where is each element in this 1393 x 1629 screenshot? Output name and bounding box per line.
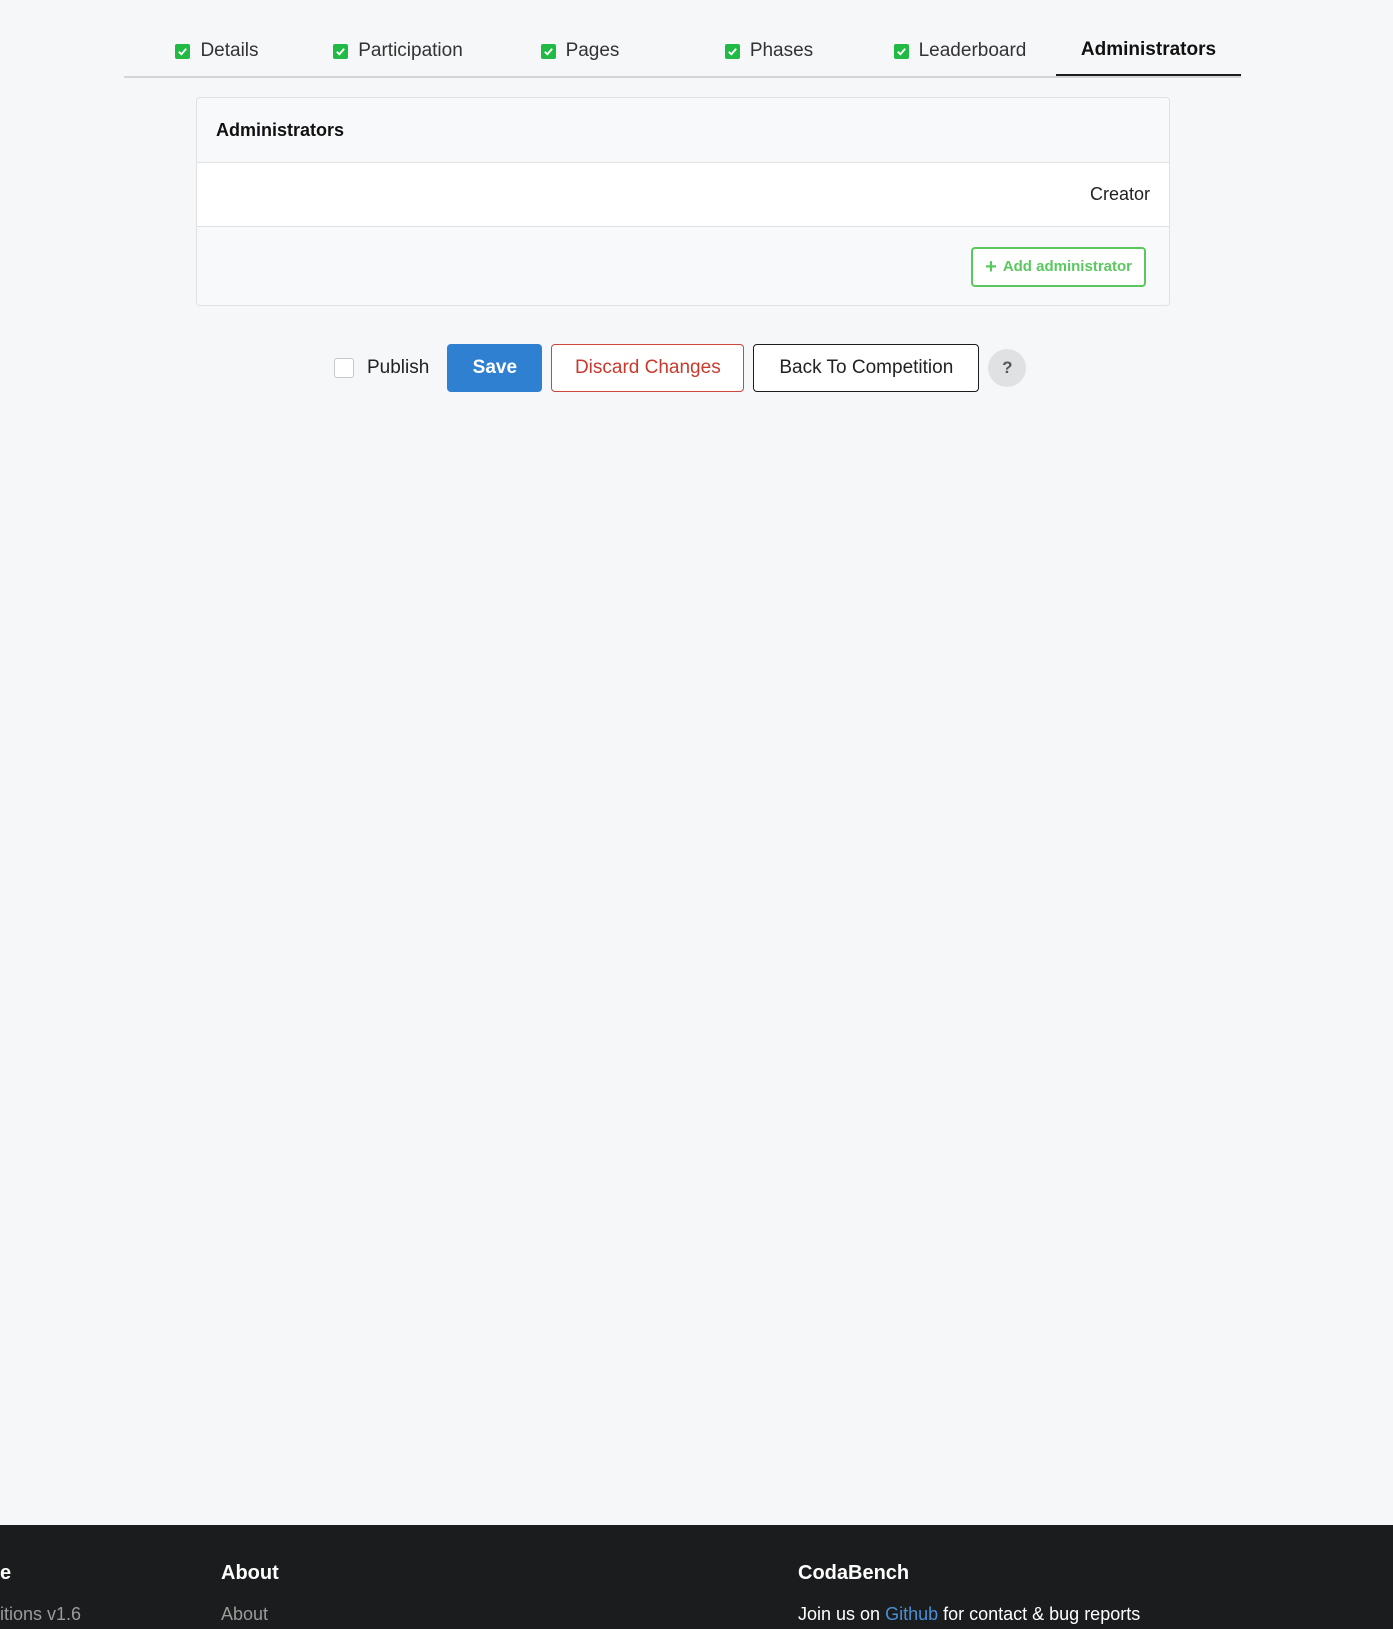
role-label: Creator [1089,184,1150,204]
plus-icon: + [985,255,997,278]
join-prefix: Join us on [798,1604,886,1624]
join-suffix: for contact & bug reports [938,1604,1141,1624]
wizard-tabs: Details Participation Pages Phases Leade… [124,26,1241,78]
footer: e itions v1.6 About About CodaBench Join… [0,1525,1393,1629]
footer-codabench-heading: CodaBench [798,1562,910,1584]
checkbox-checked-icon [893,43,909,59]
add-administrator-label: Add administrator [1002,258,1132,275]
tab-label: Leaderboard [918,40,1027,61]
tab-phases[interactable]: Phases [674,26,864,76]
tab-participation[interactable]: Participation [310,26,486,76]
github-link[interactable]: Github [885,1604,938,1624]
footer-col-about: About About [221,1562,279,1625]
tab-label: Pages [565,40,620,61]
tab-label: Participation [358,40,463,61]
checkbox-checked-icon [333,43,349,59]
form-actions: Publish Save Discard Changes Back To Com… [334,344,1027,392]
publish-label: Publish [367,357,430,378]
footer-about-link[interactable]: About [221,1604,279,1625]
version-text: itions v1.6 [0,1604,82,1624]
panel-title: Administrators [197,98,1169,163]
publish-checkbox[interactable] [334,358,354,378]
add-administrator-button[interactable]: + Add administrator [971,246,1146,287]
checkbox-checked-icon [175,43,191,59]
footer-join-text: Join us on Github for contact & bug repo… [798,1604,1140,1625]
footer-about-heading: About [221,1562,279,1584]
panel-footer: + Add administrator [197,227,1169,306]
checkbox-checked-icon [540,43,556,59]
tab-label: Phases [749,40,814,61]
save-button[interactable]: Save [447,344,543,392]
help-icon[interactable]: ? [988,349,1027,387]
administrator-row: Creator [197,163,1169,227]
tab-pages[interactable]: Pages [486,26,674,76]
footer-col-1-heading: e [0,1562,12,1584]
tab-details[interactable]: Details [124,26,310,76]
checkbox-checked-icon [724,43,740,59]
discard-changes-button[interactable]: Discard Changes [551,344,745,392]
back-to-competition-button[interactable]: Back To Competition [753,344,980,392]
tab-label: Administrators [1080,39,1217,60]
tab-label: Details [200,40,259,61]
tab-administrators[interactable]: Administrators [1056,26,1241,76]
footer-col-1: e itions v1.6 [0,1562,81,1625]
administrators-panel: Administrators Creator + Add administrat… [196,97,1170,306]
tab-leaderboard[interactable]: Leaderboard [864,26,1056,76]
footer-col-codabench: CodaBench Join us on Github for contact … [798,1562,1140,1625]
